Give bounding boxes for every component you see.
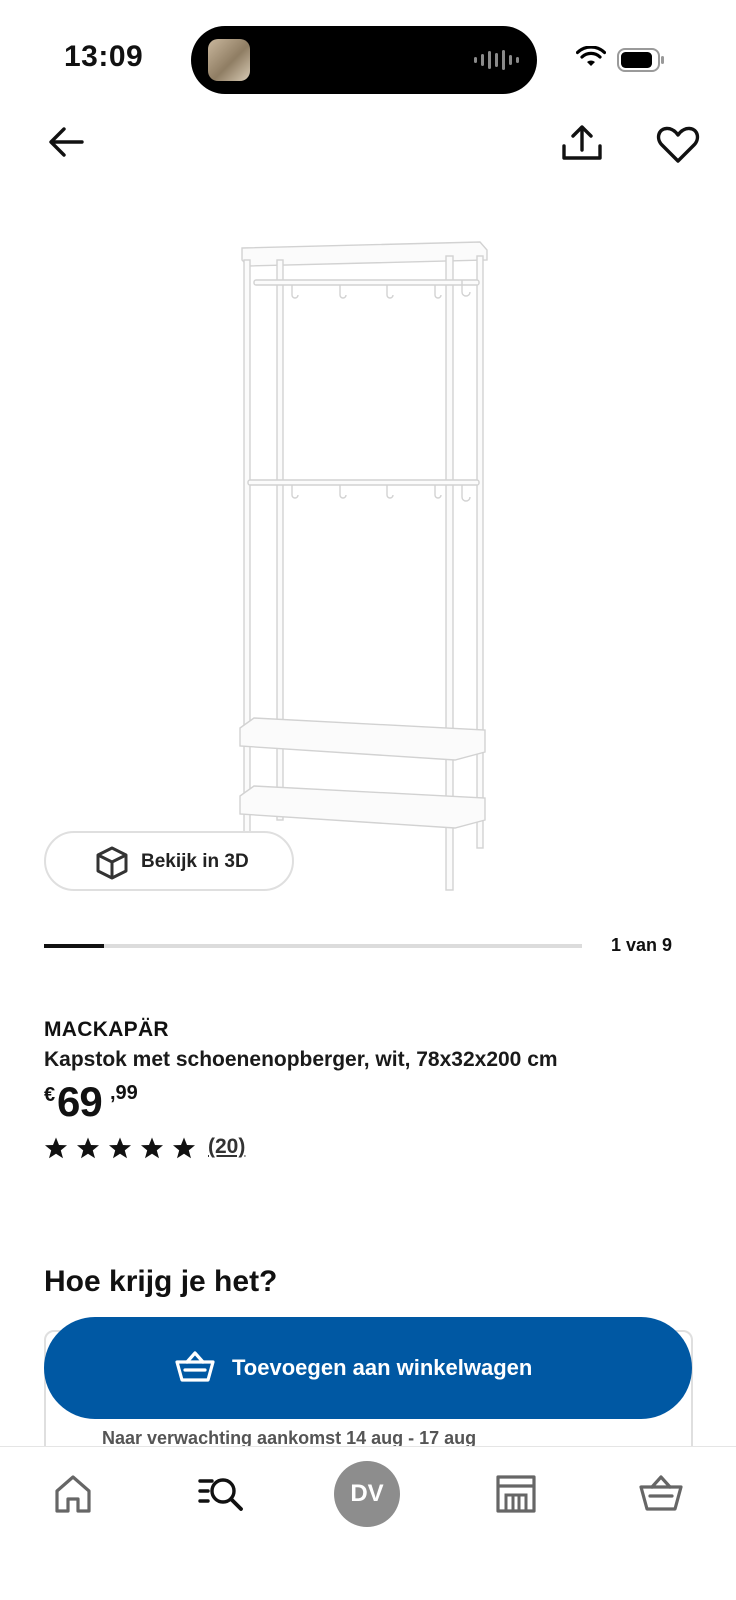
gallery-position: 1 van 9 [611, 935, 673, 955]
cube-icon [96, 846, 128, 880]
home-icon[interactable] [48, 1469, 98, 1519]
product-image[interactable] [230, 230, 500, 895]
bottom-tab-bar: DV [0, 1446, 736, 1600]
rating-stars[interactable] [44, 1136, 196, 1160]
share-icon[interactable] [558, 120, 606, 168]
avatar-initials: DV [350, 1480, 384, 1507]
wifi-icon [576, 46, 606, 66]
basket-icon [175, 1351, 215, 1382]
battery-icon [617, 48, 664, 72]
now-playing-thumbnail [208, 39, 250, 81]
add-to-cart-label: Toevoegen aan winkelwagen [232, 1355, 533, 1380]
gallery-progress [44, 944, 582, 948]
star-icon [173, 1137, 195, 1159]
audio-wave-icon [474, 50, 519, 70]
add-to-cart-button[interactable]: Toevoegen aan winkelwagen [44, 1317, 692, 1419]
product-brand: MACKAPÄR [44, 1018, 169, 1041]
view-3d-button[interactable]: Bekijk in 3D [44, 831, 294, 891]
delivery-section-title: Hoe krijg je het? [44, 1265, 278, 1298]
product-description: Kapstok met schoenenopberger, wit, 78x32… [44, 1048, 558, 1071]
profile-avatar[interactable]: DV [334, 1461, 400, 1527]
cart-icon[interactable] [636, 1469, 686, 1519]
gallery-progress-fill [44, 944, 104, 948]
star-icon [77, 1137, 99, 1159]
price-currency: € [44, 1084, 56, 1106]
star-icon [45, 1137, 67, 1159]
view-3d-label: Bekijk in 3D [141, 851, 249, 872]
dynamic-island [191, 26, 537, 94]
heart-icon[interactable] [654, 120, 702, 168]
price-integer: 69 [57, 1078, 103, 1125]
search-list-icon[interactable] [196, 1469, 246, 1519]
star-icon [141, 1137, 163, 1159]
review-count-link[interactable]: (20) [208, 1135, 245, 1159]
status-time: 13:09 [64, 40, 144, 73]
star-icon [109, 1137, 131, 1159]
store-icon[interactable] [491, 1469, 541, 1519]
price-decimal: ,99 [110, 1082, 138, 1104]
back-arrow-icon[interactable] [44, 120, 88, 164]
